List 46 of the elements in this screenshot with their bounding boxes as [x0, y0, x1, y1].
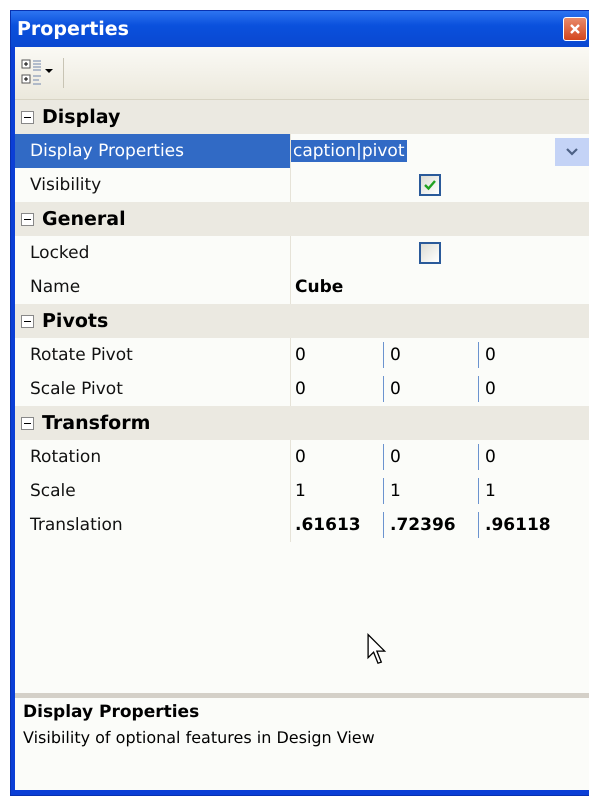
vector-component[interactable]: 0: [383, 444, 478, 470]
property-value[interactable]: Cube: [291, 277, 344, 297]
checkbox[interactable]: [419, 242, 441, 264]
property-name[interactable]: Translation: [15, 508, 291, 542]
vector-component[interactable]: 1: [478, 478, 573, 504]
property-name[interactable]: Locked: [15, 236, 291, 270]
category-header[interactable]: Pivots: [15, 304, 589, 338]
vector-component[interactable]: 0: [478, 444, 573, 470]
category-title: Pivots: [42, 310, 108, 332]
vector-component[interactable]: 0: [291, 342, 383, 368]
category-header[interactable]: General: [15, 202, 589, 236]
category-header[interactable]: Display: [15, 100, 589, 134]
category-title: Display: [42, 106, 120, 128]
collapse-icon[interactable]: [21, 212, 34, 226]
property-name[interactable]: Rotate Pivot: [15, 338, 291, 372]
close-icon: [568, 22, 582, 36]
category-title: General: [42, 208, 126, 230]
vector-component[interactable]: 0: [478, 342, 573, 368]
vector-component[interactable]: 0: [478, 376, 573, 402]
vector-component[interactable]: 0: [383, 342, 478, 368]
property-name[interactable]: Rotation: [15, 440, 291, 474]
description-title: Display Properties: [23, 702, 200, 722]
vector-component[interactable]: .72396: [383, 512, 478, 538]
window-title: Properties: [17, 18, 129, 40]
vector-component[interactable]: 1: [383, 478, 478, 504]
chevron-down-icon: [565, 147, 579, 157]
mouse-pointer-icon: [367, 633, 389, 667]
vector-component[interactable]: 1: [291, 478, 383, 504]
dropdown-button[interactable]: [555, 138, 589, 166]
vector-component[interactable]: 0: [291, 376, 383, 402]
collapse-icon[interactable]: [21, 314, 34, 328]
vector-component[interactable]: .96118: [478, 512, 573, 538]
category-header[interactable]: Transform: [15, 406, 589, 440]
property-name[interactable]: Display Properties: [15, 134, 291, 168]
vector-component[interactable]: 0: [383, 376, 478, 402]
category-title: Transform: [42, 412, 150, 434]
close-button[interactable]: [563, 17, 587, 41]
collapse-icon[interactable]: [21, 110, 34, 124]
vector-component[interactable]: 0: [291, 444, 383, 470]
property-value[interactable]: caption|pivot: [291, 140, 406, 162]
collapse-icon[interactable]: [21, 416, 34, 430]
checkmark-icon: [423, 179, 437, 191]
description-text: Visibility of optional features in Design View: [23, 728, 376, 747]
vector-component[interactable]: .61613: [291, 512, 383, 538]
property-name[interactable]: Scale: [15, 474, 291, 508]
checkbox[interactable]: [419, 174, 441, 196]
